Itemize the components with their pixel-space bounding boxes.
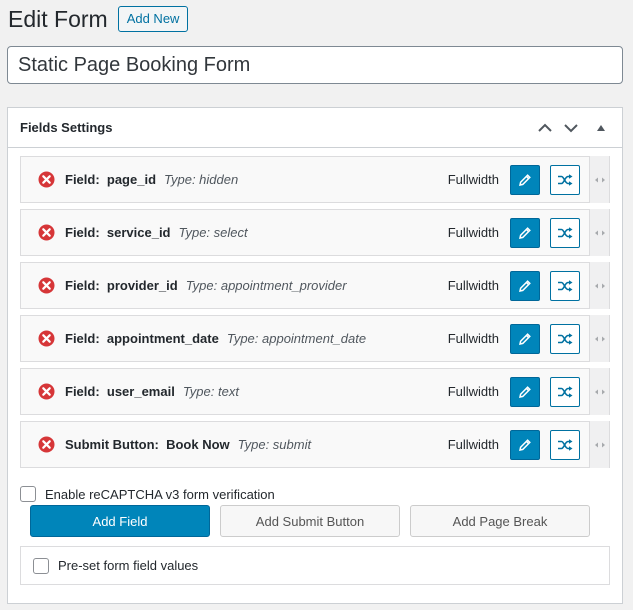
add-page-break-button[interactable]: Add Page Break — [410, 505, 590, 537]
field-width: Fullwidth — [447, 225, 499, 240]
shuffle-icon — [558, 280, 573, 292]
field-width: Fullwidth — [447, 172, 499, 187]
resize-arrows-icon — [594, 442, 605, 447]
resize-arrows-icon — [594, 283, 605, 288]
pencil-icon — [519, 439, 531, 451]
recaptcha-option[interactable]: Enable reCAPTCHA v3 form verification — [20, 486, 275, 502]
field-row: Field: appointment_date Type: appointmen… — [20, 315, 610, 362]
field-row: Field: provider_id Type: appointment_pro… — [20, 262, 610, 309]
panel-title: Fields Settings — [20, 120, 113, 135]
field-width: Fullwidth — [447, 331, 499, 346]
field-row: Field: service_id Type: select Fullwidth — [20, 209, 610, 256]
field-type: Type: appointment_provider — [185, 278, 347, 293]
shuffle-field-button[interactable] — [550, 218, 580, 248]
add-field-button[interactable]: Add Field — [30, 505, 210, 537]
pencil-icon — [519, 280, 531, 292]
page-title: Edit Form — [8, 6, 108, 32]
shuffle-field-button[interactable] — [550, 271, 580, 301]
field-label: Field: service_id — [65, 225, 171, 240]
remove-icon[interactable] — [38, 383, 55, 400]
edit-field-button[interactable] — [510, 430, 540, 460]
preset-values-checkbox[interactable] — [33, 557, 49, 574]
field-type: Type: appointment_date — [226, 331, 367, 346]
drag-handle[interactable] — [589, 156, 609, 203]
field-type: Type: text — [182, 384, 239, 399]
recaptcha-label: Enable reCAPTCHA v3 form verification — [45, 486, 275, 502]
form-name-input[interactable]: Static Page Booking Form — [7, 46, 623, 84]
drag-handle[interactable] — [589, 209, 609, 256]
shuffle-icon — [558, 174, 573, 186]
edit-field-button[interactable] — [510, 271, 540, 301]
field-type: Type: submit — [237, 437, 312, 452]
shuffle-icon — [558, 439, 573, 451]
preset-values-option[interactable]: Pre-set form field values — [20, 546, 610, 585]
field-label: Submit Button: Book Now — [65, 437, 230, 452]
shuffle-icon — [558, 333, 573, 345]
shuffle-icon — [558, 227, 573, 239]
field-type: Type: hidden — [164, 172, 239, 187]
chevron-up-icon[interactable] — [534, 117, 556, 139]
edit-field-button[interactable] — [510, 165, 540, 195]
shuffle-field-button[interactable] — [550, 430, 580, 460]
resize-arrows-icon — [594, 389, 605, 394]
recaptcha-checkbox[interactable] — [20, 486, 36, 502]
field-label: Field: user_email — [65, 384, 175, 399]
edit-field-button[interactable] — [510, 324, 540, 354]
field-width: Fullwidth — [447, 278, 499, 293]
pencil-icon — [519, 227, 531, 239]
field-type: Type: select — [178, 225, 248, 240]
shuffle-field-button[interactable] — [550, 165, 580, 195]
pencil-icon — [519, 174, 531, 186]
field-width: Fullwidth — [447, 384, 499, 399]
fields-settings-panel: Fields Settings Field: page_id Type: hid… — [7, 107, 623, 604]
field-list: Field: page_id Type: hidden Fullwidth Fi… — [20, 156, 610, 474]
field-label: Field: provider_id — [65, 278, 178, 293]
field-row: Field: page_id Type: hidden Fullwidth — [20, 156, 610, 203]
remove-icon[interactable] — [38, 436, 55, 453]
field-row: Field: user_email Type: text Fullwidth — [20, 368, 610, 415]
remove-icon[interactable] — [38, 224, 55, 241]
edit-field-button[interactable] — [510, 218, 540, 248]
pencil-icon — [519, 333, 531, 345]
remove-icon[interactable] — [38, 171, 55, 188]
resize-arrows-icon — [594, 230, 605, 235]
edit-field-button[interactable] — [510, 377, 540, 407]
chevron-down-icon[interactable] — [560, 117, 582, 139]
add-new-button[interactable]: Add New — [117, 6, 189, 32]
field-label: Field: appointment_date — [65, 331, 219, 346]
drag-handle[interactable] — [589, 315, 609, 362]
shuffle-icon — [558, 386, 573, 398]
preset-values-label: Pre-set form field values — [58, 558, 199, 573]
resize-arrows-icon — [594, 336, 605, 341]
field-width: Fullwidth — [447, 437, 499, 452]
drag-handle[interactable] — [589, 421, 609, 468]
drag-handle[interactable] — [589, 368, 609, 415]
field-row: Submit Button: Book Now Type: submit Ful… — [20, 421, 610, 468]
panel-header: Fields Settings — [8, 108, 622, 148]
field-label: Field: page_id — [65, 172, 157, 187]
remove-icon[interactable] — [38, 277, 55, 294]
pencil-icon — [519, 386, 531, 398]
drag-handle[interactable] — [589, 262, 609, 309]
shuffle-field-button[interactable] — [550, 324, 580, 354]
resize-arrows-icon — [594, 177, 605, 182]
add-submit-button[interactable]: Add Submit Button — [220, 505, 400, 537]
remove-icon[interactable] — [38, 330, 55, 347]
page-header: Edit Form Add New — [8, 5, 189, 33]
shuffle-field-button[interactable] — [550, 377, 580, 407]
panel-controls — [534, 108, 612, 148]
toggle-triangle-icon[interactable] — [590, 117, 612, 139]
